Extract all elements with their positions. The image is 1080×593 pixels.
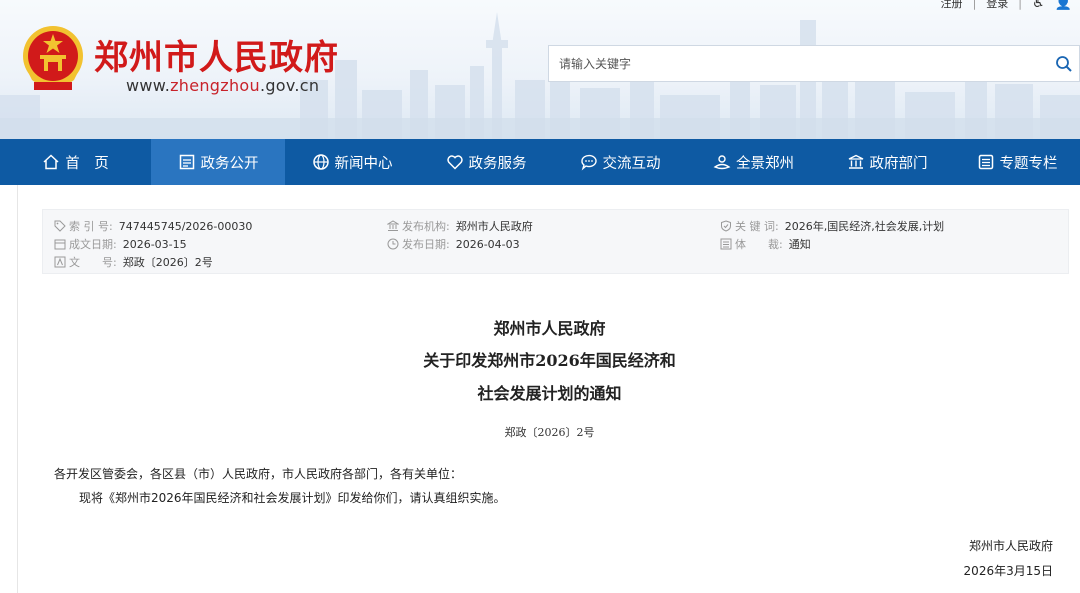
- nav-label: 政务服务: [468, 155, 527, 172]
- nav-label: 交流互动: [602, 155, 661, 172]
- nav-panorama-zhengzhou[interactable]: 全景郑州: [687, 139, 820, 185]
- panorama-icon: [713, 155, 731, 170]
- document-title-line-3: 社会发展计划的通知: [477, 384, 622, 403]
- text-icon: [54, 256, 66, 268]
- building-icon: [848, 154, 863, 169]
- nav-special-topics[interactable]: 专题专栏: [954, 139, 1080, 185]
- heart-icon: [446, 155, 463, 170]
- document-salutation: 各开发区管委会，各区县（市）人民政府，市人民政府各部门，各有关单位：: [54, 467, 463, 481]
- search-box: [548, 45, 1048, 82]
- nav-news-center[interactable]: 新闻中心: [285, 139, 419, 185]
- shield-check-icon: [721, 220, 731, 232]
- document-title-line-1: 郑州市人民政府: [493, 319, 606, 338]
- meta-keywords: 关 键 词: 2026年,国民经济,社会发展,计划: [720, 218, 944, 234]
- site-url[interactable]: www.zhengzhou.gov.cn: [126, 76, 319, 95]
- document-sign-date: 2026年3月15日: [963, 564, 1053, 578]
- article-content: 索 引 号: 747445745/2026-00030 成文日期: 2026-03-…: [17, 185, 1080, 593]
- meta-publish-date: 发布日期: 2026-04-03: [387, 236, 520, 252]
- url-suffix: .gov.cn: [259, 76, 320, 95]
- divider: |: [972, 0, 977, 10]
- search-button[interactable]: [1048, 45, 1080, 82]
- divider: |: [1018, 0, 1022, 10]
- nav-label: 政务公开: [200, 155, 259, 172]
- chat-icon: [580, 154, 597, 171]
- login-link[interactable]: 登录: [986, 0, 1008, 11]
- tag-icon: [54, 220, 66, 232]
- list-icon: [720, 238, 732, 250]
- document-number: 郑政〔2026〕2号: [504, 426, 595, 439]
- search-input[interactable]: [549, 46, 1048, 81]
- calendar-icon: [54, 239, 66, 250]
- top-links: 注册 | 登录 | ♿ 👤: [941, 0, 1072, 11]
- meta-publisher: 发布机构: 郑州市人民政府: [387, 218, 533, 234]
- clock-icon: [387, 238, 399, 250]
- nav-government-affairs[interactable]: 政务公开: [151, 139, 285, 185]
- nav-label: 首 页: [65, 155, 109, 172]
- meta-doc-number: 文 号: 郑政〔2026〕2号: [54, 254, 213, 270]
- globe-icon: [312, 154, 329, 170]
- search-icon: [1055, 55, 1072, 72]
- document-metadata: 索 引 号: 747445745/2026-00030 成文日期: 2026-03-…: [42, 209, 1069, 274]
- site-header: 郑州市人民政府 www.zhengzhou.gov.cn 注册 | 登录 | ♿…: [0, 0, 1080, 139]
- institution-icon: [387, 220, 399, 231]
- register-link[interactable]: 注册: [941, 0, 963, 11]
- meta-creation-date: 成文日期: 2026-03-15: [54, 236, 187, 252]
- column-icon: [978, 154, 993, 170]
- document-paragraph: 现将《郑州市2026年国民经济和社会发展计划》印发给你们，请认真组织实施。: [79, 491, 506, 505]
- nav-label: 专题专栏: [999, 155, 1058, 172]
- nav-label: 新闻中心: [334, 155, 393, 172]
- url-domain: zhengzhou: [170, 76, 260, 95]
- nav-home[interactable]: 首 页: [0, 139, 151, 185]
- meta-genre: 体 裁: 通知: [720, 236, 811, 252]
- main-nav: 首 页 政务公开 新闻中心 政务服务 交流互动 全景郑州 政府部门 专题专栏: [0, 139, 1080, 185]
- nav-interaction[interactable]: 交流互动: [553, 139, 687, 185]
- nav-gov-departments[interactable]: 政府部门: [820, 139, 954, 185]
- site-title[interactable]: 郑州市人民政府: [94, 30, 339, 79]
- national-emblem-logo: [23, 26, 83, 90]
- home-icon: [43, 154, 59, 170]
- meta-index: 索 引 号: 747445745/2026-00030: [54, 218, 252, 234]
- elder-mode-icon[interactable]: 👤: [1055, 0, 1072, 11]
- nav-gov-services[interactable]: 政务服务: [419, 139, 553, 185]
- accessibility-icon[interactable]: ♿: [1032, 0, 1045, 11]
- nav-label: 全景郑州: [736, 155, 794, 172]
- document-title-line-2: 关于印发郑州市2026年国民经济和: [423, 351, 676, 370]
- document-signer: 郑州市人民政府: [968, 539, 1053, 553]
- url-prefix: www.: [126, 76, 171, 95]
- document-icon: [179, 154, 194, 170]
- nav-label: 政府部门: [869, 155, 928, 172]
